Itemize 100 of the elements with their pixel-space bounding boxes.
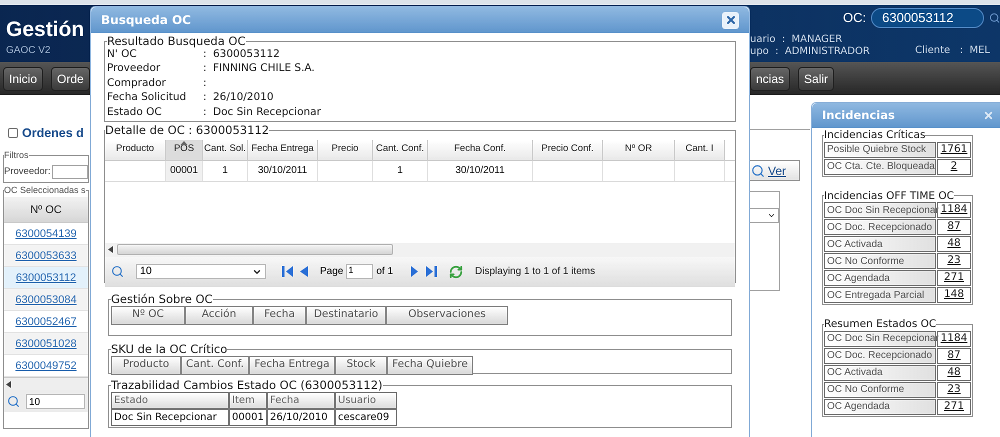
incident-label: OC Agendada [824, 270, 936, 286]
view-button[interactable]: Ver [748, 160, 800, 181]
order-row[interactable]: 6300053084 [4, 289, 88, 312]
previous-page-icon[interactable] [300, 266, 308, 277]
section-legend: Gestión Sobre OC [111, 294, 213, 306]
order-link[interactable]: 6300049752 [15, 358, 77, 374]
field-value: 26/10/2010 [213, 90, 274, 106]
horizontal-scrollbar[interactable] [4, 377, 88, 390]
page-label: Page [320, 265, 344, 279]
column-header[interactable]: Cant. Sol. [203, 140, 248, 160]
column-header[interactable]: Nº OR [603, 140, 675, 160]
incident-label: OC Agendada [824, 398, 936, 414]
user-info: uario : MANAGER [750, 34, 844, 46]
incident-label: OC Doc. Recepcionado [824, 348, 936, 364]
order-link[interactable]: 6300053084 [15, 292, 77, 308]
incident-label: Posible Quiebre Stock [824, 142, 936, 158]
nav-button[interactable]: Orde [51, 66, 90, 90]
column-header[interactable]: Precio [318, 140, 373, 160]
close-icon[interactable] [983, 110, 994, 121]
page-size-field[interactable]: 10 [136, 264, 266, 279]
column-header[interactable]: Item [229, 392, 267, 408]
order-row[interactable]: 6300053633 [4, 245, 88, 268]
nav-button[interactable]: ncias [750, 66, 790, 90]
section-legend: Resultado Busqueda OC [107, 36, 246, 48]
column-header[interactable]: Cant. I [675, 140, 725, 160]
column-header[interactable]: Fecha [267, 392, 335, 408]
column-header[interactable]: Cant. Conf. [373, 140, 428, 160]
scroll-thumb[interactable] [117, 244, 393, 255]
column-header[interactable]: Nº OC [111, 306, 185, 324]
incident-label: OC Doc. Recepcionado [824, 219, 936, 235]
section-legend: Trazabilidad Cambios Estado OC (6300053112) [111, 380, 383, 392]
column-header[interactable]: Estado [111, 392, 229, 408]
field-value: 6300053112 [213, 48, 280, 62]
order-row[interactable]: 6300053112 [4, 267, 88, 290]
scroll-left-icon[interactable] [6, 380, 11, 388]
column-header[interactable]: Precio Conf. [533, 140, 603, 160]
column-header[interactable]: Nº OC [4, 197, 88, 224]
app-subtitle: GAOC V2 [6, 44, 52, 58]
table-cell: 1 [203, 160, 248, 180]
horizontal-scrollbar[interactable] [105, 242, 735, 256]
column-header[interactable]: Observaciones [386, 306, 508, 324]
field-label: Proveedor: [4, 165, 50, 180]
nav-button[interactable]: Inicio [3, 66, 44, 90]
last-page-icon[interactable] [426, 266, 438, 277]
pager-info: Displaying 1 to 1 of 1 items [475, 265, 596, 279]
panel-title: Ordenes d [22, 125, 84, 142]
column-header[interactable]: Fecha [253, 306, 306, 324]
field-separator: : [203, 76, 208, 91]
page-count: of 1 [376, 265, 394, 279]
app-title: Gestión [6, 19, 84, 40]
table-cell: Doc Sin Recepcionar [111, 408, 229, 426]
page-size-field[interactable]: 10 [26, 394, 85, 409]
column-header[interactable]: Fecha Entrega [249, 356, 335, 374]
order-link[interactable]: 6300053633 [15, 248, 77, 264]
field-label: Estado OC [107, 104, 163, 120]
caret-icon [767, 211, 776, 220]
scroll-left-icon[interactable] [108, 246, 113, 253]
user-info: upo : ADMINISTRADOR [750, 46, 870, 58]
order-link[interactable]: 6300053112 [16, 270, 76, 286]
order-row[interactable]: 6300051028 [4, 333, 88, 356]
close-icon [724, 14, 736, 26]
column-header[interactable]: Fecha Conf. [428, 140, 533, 160]
column-header[interactable]: Cant. Conf. [181, 356, 249, 374]
column-header[interactable]: Producto [105, 140, 166, 160]
column-header[interactable]: Producto [111, 356, 181, 374]
section-legend: Detalle de OC : 6300053112 [105, 125, 270, 136]
incident-label: OC No Conforme [824, 253, 936, 269]
column-header[interactable]: POS [166, 140, 203, 160]
order-link[interactable]: 6300052467 [15, 314, 77, 330]
section-legend: SKU de la OC Crítico [111, 344, 228, 356]
first-page-icon[interactable] [282, 266, 293, 277]
search-icon[interactable] [111, 265, 124, 278]
order-link[interactable]: 6300051028 [15, 336, 77, 352]
close-button[interactable] [722, 12, 739, 28]
incident-label: OC No Conforme [824, 382, 936, 398]
column-header[interactable]: Fecha Quiebre [387, 356, 473, 374]
column-header[interactable]: Acción [185, 306, 253, 324]
table-cell: cescare09 [335, 408, 397, 426]
page-number-field[interactable]: 1 [346, 264, 374, 279]
column-header[interactable]: Usuario [335, 392, 397, 408]
search-label: OC: [843, 9, 866, 28]
search-field[interactable]: 6300053112 [871, 8, 984, 28]
panel-checkbox[interactable] [8, 128, 18, 138]
provider-field[interactable] [52, 165, 88, 180]
column-header[interactable]: Stock [335, 356, 387, 374]
section-legend: OC Seleccionadas s [4, 184, 86, 198]
nav-button[interactable]: Salir [798, 66, 834, 90]
refresh-icon[interactable] [449, 264, 464, 278]
dialog-title: Busqueda OC [101, 12, 191, 29]
column-header[interactable]: Destinatario [306, 306, 386, 324]
table-cell: 26/10/2010 [267, 408, 335, 426]
field-label: Fecha Solicitud [107, 90, 188, 106]
column-header[interactable]: Fecha Entrega [248, 140, 318, 160]
field-label: N' OC [107, 46, 138, 62]
client-info: Cliente : MEL [915, 44, 990, 58]
next-page-icon[interactable] [411, 266, 420, 277]
field-separator: : [203, 61, 208, 76]
search-icon[interactable] [7, 394, 20, 408]
order-link[interactable]: 6300054139 [15, 226, 77, 242]
table-cell: 1 [373, 160, 428, 180]
